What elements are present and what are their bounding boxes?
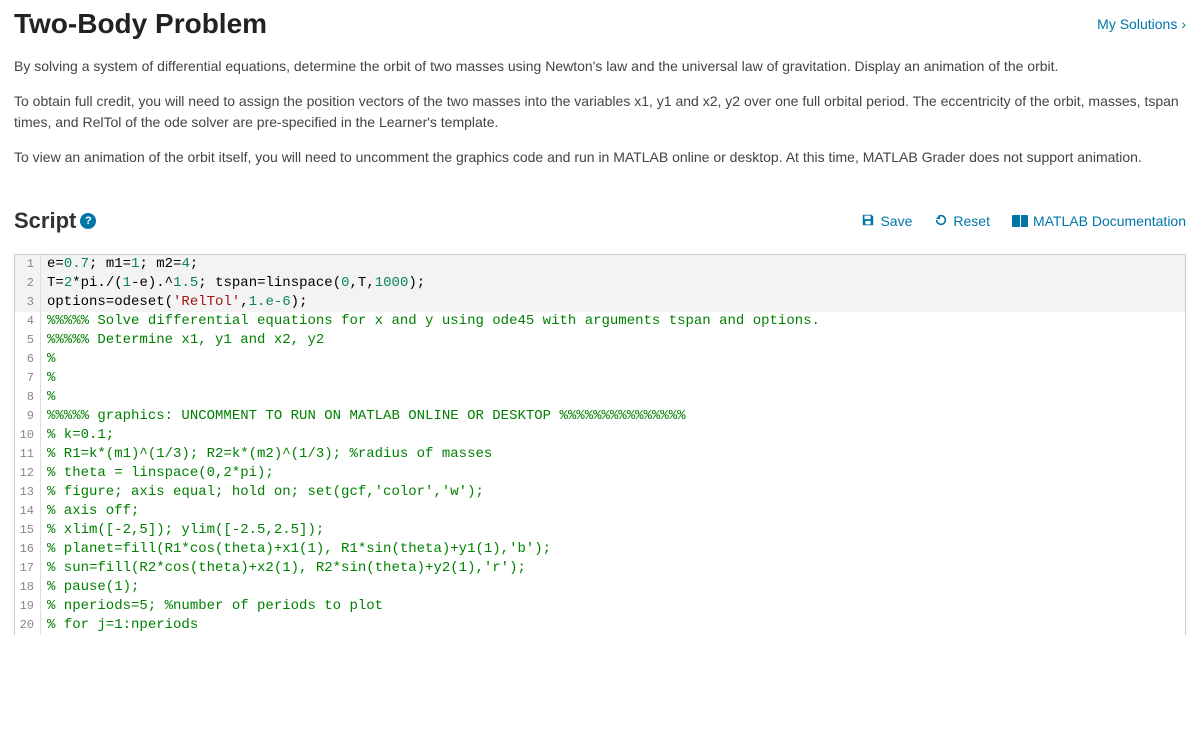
line-number: 3	[15, 293, 41, 312]
code-line[interactable]: 19% nperiods=5; %number of periods to pl…	[15, 597, 1185, 616]
line-number: 8	[15, 388, 41, 407]
save-button[interactable]: Save	[861, 213, 912, 230]
reset-button[interactable]: Reset	[934, 213, 990, 230]
code-content[interactable]: % pause(1);	[41, 578, 1185, 597]
code-line[interactable]: 9%%%%% graphics: UNCOMMENT TO RUN ON MAT…	[15, 407, 1185, 426]
code-content[interactable]: % xlim([-2,5]); ylim([-2.5,2.5]);	[41, 521, 1185, 540]
line-number: 16	[15, 540, 41, 559]
code-content[interactable]: %%%%% Determine x1, y1 and x2, y2	[41, 331, 1185, 350]
docs-label: MATLAB Documentation	[1033, 213, 1186, 229]
desc-paragraph: To view an animation of the orbit itself…	[14, 147, 1186, 168]
save-icon	[861, 213, 875, 230]
code-line[interactable]: 17% sun=fill(R2*cos(theta)+x2(1), R2*sin…	[15, 559, 1185, 578]
code-content: options=odeset('RelTol',1.e-6);	[41, 293, 1185, 312]
code-content[interactable]: %	[41, 388, 1185, 407]
code-content[interactable]: % axis off;	[41, 502, 1185, 521]
line-number: 5	[15, 331, 41, 350]
code-editor[interactable]: 1e=0.7; m1=1; m2=4;2T=2*pi./(1-e).^1.5; …	[14, 254, 1186, 635]
code-line[interactable]: 20% for j=1:nperiods	[15, 616, 1185, 635]
reset-icon	[934, 213, 948, 230]
code-content[interactable]: % theta = linspace(0,2*pi);	[41, 464, 1185, 483]
code-content[interactable]: %	[41, 369, 1185, 388]
code-line[interactable]: 12% theta = linspace(0,2*pi);	[15, 464, 1185, 483]
code-content[interactable]: % sun=fill(R2*cos(theta)+x2(1), R2*sin(t…	[41, 559, 1185, 578]
code-content[interactable]: % R1=k*(m1)^(1/3); R2=k*(m2)^(1/3); %rad…	[41, 445, 1185, 464]
desc-paragraph: To obtain full credit, you will need to …	[14, 91, 1186, 133]
code-line[interactable]: 10% k=0.1;	[15, 426, 1185, 445]
page-title: Two-Body Problem	[14, 8, 267, 40]
code-line[interactable]: 15% xlim([-2,5]); ylim([-2.5,2.5]);	[15, 521, 1185, 540]
code-line[interactable]: 16% planet=fill(R1*cos(theta)+x1(1), R1*…	[15, 540, 1185, 559]
script-heading: Script	[14, 208, 76, 234]
line-number: 6	[15, 350, 41, 369]
code-content[interactable]: % for j=1:nperiods	[41, 616, 1185, 635]
matlab-docs-link[interactable]: MATLAB Documentation	[1012, 213, 1186, 229]
line-number: 4	[15, 312, 41, 331]
chevron-right-icon: ›	[1181, 16, 1186, 32]
code-line: 3options=odeset('RelTol',1.e-6);	[15, 293, 1185, 312]
code-line[interactable]: 13% figure; axis equal; hold on; set(gcf…	[15, 483, 1185, 502]
code-content[interactable]: % figure; axis equal; hold on; set(gcf,'…	[41, 483, 1185, 502]
code-line[interactable]: 6%	[15, 350, 1185, 369]
code-content[interactable]: %	[41, 350, 1185, 369]
code-line[interactable]: 14% axis off;	[15, 502, 1185, 521]
my-solutions-label: My Solutions	[1097, 16, 1177, 32]
line-number: 10	[15, 426, 41, 445]
line-number: 11	[15, 445, 41, 464]
line-number: 2	[15, 274, 41, 293]
book-icon	[1012, 215, 1028, 227]
line-number: 1	[15, 255, 41, 274]
code-content[interactable]: % planet=fill(R1*cos(theta)+x1(1), R1*si…	[41, 540, 1185, 559]
line-number: 18	[15, 578, 41, 597]
line-number: 17	[15, 559, 41, 578]
code-line: 1e=0.7; m1=1; m2=4;	[15, 255, 1185, 274]
code-content: e=0.7; m1=1; m2=4;	[41, 255, 1185, 274]
code-line[interactable]: 4%%%%% Solve differential equations for …	[15, 312, 1185, 331]
code-line[interactable]: 7%	[15, 369, 1185, 388]
line-number: 9	[15, 407, 41, 426]
line-number: 14	[15, 502, 41, 521]
save-label: Save	[880, 213, 912, 229]
code-line[interactable]: 11% R1=k*(m1)^(1/3); R2=k*(m2)^(1/3); %r…	[15, 445, 1185, 464]
line-number: 12	[15, 464, 41, 483]
line-number: 15	[15, 521, 41, 540]
desc-paragraph: By solving a system of differential equa…	[14, 56, 1186, 77]
code-content: T=2*pi./(1-e).^1.5; tspan=linspace(0,T,1…	[41, 274, 1185, 293]
line-number: 19	[15, 597, 41, 616]
line-number: 7	[15, 369, 41, 388]
code-content[interactable]: % k=0.1;	[41, 426, 1185, 445]
my-solutions-link[interactable]: My Solutions ›	[1097, 16, 1186, 32]
code-line[interactable]: 5%%%%% Determine x1, y1 and x2, y2	[15, 331, 1185, 350]
code-line: 2T=2*pi./(1-e).^1.5; tspan=linspace(0,T,…	[15, 274, 1185, 293]
code-content[interactable]: % nperiods=5; %number of periods to plot	[41, 597, 1185, 616]
line-number: 20	[15, 616, 41, 635]
problem-description: By solving a system of differential equa…	[14, 56, 1186, 168]
code-content[interactable]: %%%%% graphics: UNCOMMENT TO RUN ON MATL…	[41, 407, 1185, 426]
line-number: 13	[15, 483, 41, 502]
help-icon[interactable]: ?	[80, 213, 96, 229]
code-line[interactable]: 8%	[15, 388, 1185, 407]
code-line[interactable]: 18% pause(1);	[15, 578, 1185, 597]
reset-label: Reset	[953, 213, 990, 229]
code-content[interactable]: %%%%% Solve differential equations for x…	[41, 312, 1185, 331]
